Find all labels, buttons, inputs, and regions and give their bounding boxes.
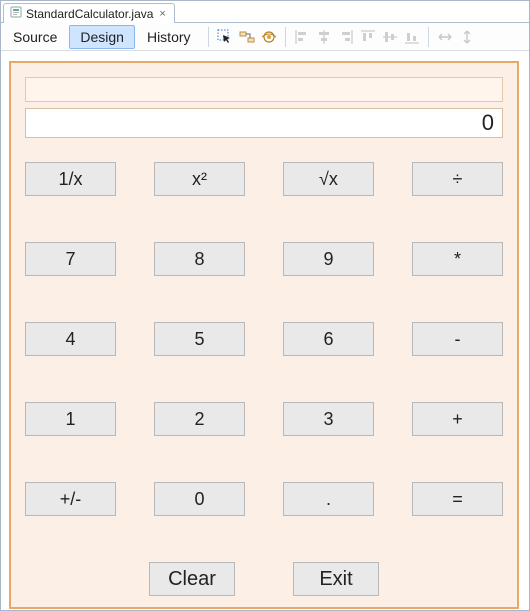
- preview-icon[interactable]: [260, 28, 278, 46]
- button-grid: 1/x x² √x ÷ 7 8 9 * 4 5 6 - 1 2 3 + +/- …: [25, 162, 503, 516]
- separator: [428, 27, 429, 47]
- design-canvas: 0 1/x x² √x ÷ 7 8 9 * 4 5 6 - 1 2 3 + +/…: [1, 51, 529, 609]
- align-center-h-icon[interactable]: [315, 28, 333, 46]
- align-right-icon[interactable]: [337, 28, 355, 46]
- add-button[interactable]: +: [412, 402, 503, 436]
- decimal-button[interactable]: .: [283, 482, 374, 516]
- file-tab-bar: StandardCalculator.java ×: [1, 1, 529, 23]
- java-file-icon: [10, 6, 22, 21]
- digit-3-button[interactable]: 3: [283, 402, 374, 436]
- digit-7-button[interactable]: 7: [25, 242, 116, 276]
- digit-6-button[interactable]: 6: [283, 322, 374, 356]
- clear-button[interactable]: Clear: [149, 562, 235, 596]
- display-main: 0: [25, 108, 503, 138]
- resize-v-icon[interactable]: [458, 28, 476, 46]
- file-tab[interactable]: StandardCalculator.java ×: [3, 3, 175, 23]
- bottom-row: Clear Exit: [25, 562, 503, 596]
- connection-mode-icon[interactable]: [238, 28, 256, 46]
- align-top-icon[interactable]: [359, 28, 377, 46]
- separator: [285, 27, 286, 47]
- resize-h-icon[interactable]: [436, 28, 454, 46]
- subtract-button[interactable]: -: [412, 322, 503, 356]
- square-button[interactable]: x²: [154, 162, 245, 196]
- digit-4-button[interactable]: 4: [25, 322, 116, 356]
- file-tab-label: StandardCalculator.java: [26, 7, 153, 21]
- digit-1-button[interactable]: 1: [25, 402, 116, 436]
- calculator-panel: 0 1/x x² √x ÷ 7 8 9 * 4 5 6 - 1 2 3 + +/…: [9, 61, 519, 609]
- digit-8-button[interactable]: 8: [154, 242, 245, 276]
- sqrt-button[interactable]: √x: [283, 162, 374, 196]
- tab-source[interactable]: Source: [3, 26, 67, 48]
- align-bottom-icon[interactable]: [403, 28, 421, 46]
- digit-2-button[interactable]: 2: [154, 402, 245, 436]
- display-history: [25, 77, 503, 102]
- tab-design[interactable]: Design: [69, 25, 135, 49]
- equals-button[interactable]: =: [412, 482, 503, 516]
- align-center-v-icon[interactable]: [381, 28, 399, 46]
- separator: [208, 27, 209, 47]
- editor-toolbar: Source Design History: [1, 23, 529, 51]
- selection-mode-icon[interactable]: [216, 28, 234, 46]
- negate-button[interactable]: +/-: [25, 482, 116, 516]
- digit-0-button[interactable]: 0: [154, 482, 245, 516]
- exit-button[interactable]: Exit: [293, 562, 379, 596]
- close-icon[interactable]: ×: [157, 8, 167, 20]
- digit-5-button[interactable]: 5: [154, 322, 245, 356]
- divide-button[interactable]: ÷: [412, 162, 503, 196]
- multiply-button[interactable]: *: [412, 242, 503, 276]
- align-left-icon[interactable]: [293, 28, 311, 46]
- reciprocal-button[interactable]: 1/x: [25, 162, 116, 196]
- tab-history[interactable]: History: [137, 26, 201, 48]
- digit-9-button[interactable]: 9: [283, 242, 374, 276]
